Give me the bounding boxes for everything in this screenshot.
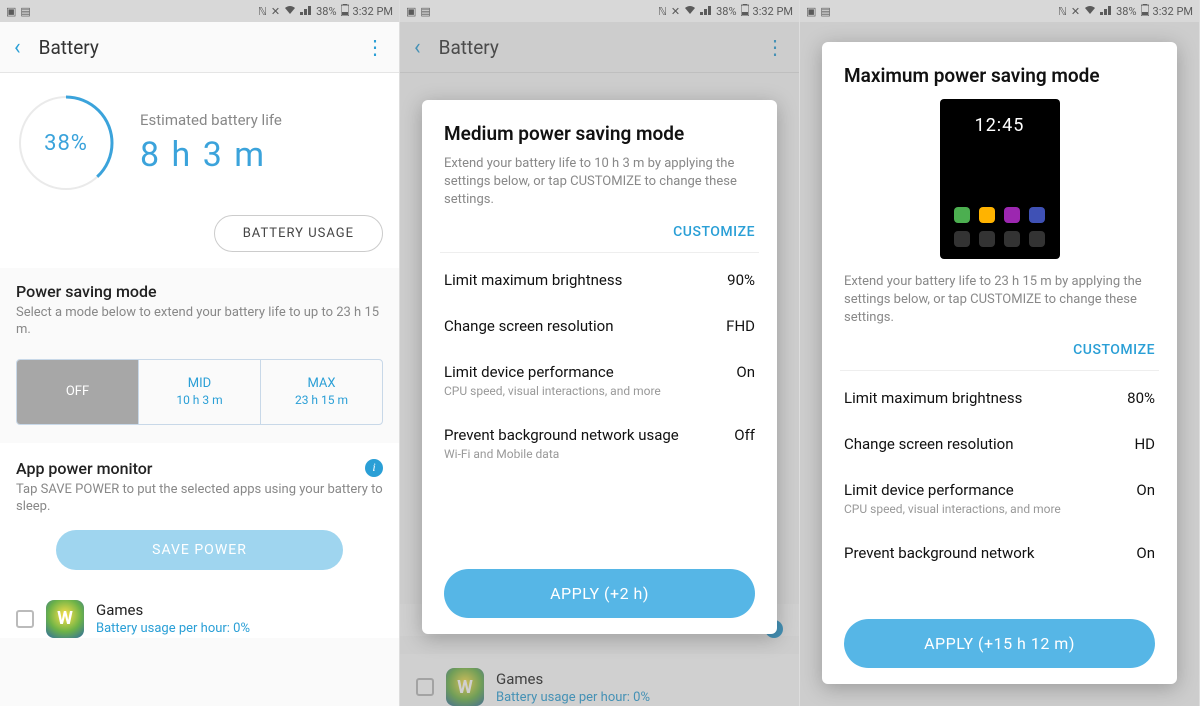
apm-title: App power monitor <box>16 459 383 478</box>
mode-selector: OFF MID 10 h 3 m MAX 23 h 15 m <box>16 359 383 425</box>
menu-button: ⋮ <box>765 35 785 59</box>
status-time: 3:32 PM <box>753 5 793 18</box>
battery-icon <box>1141 4 1149 19</box>
phone-preview: 12:45 <box>940 99 1060 259</box>
app-row[interactable]: W Games Battery usage per hour: 0% <box>0 586 399 638</box>
setting-brightness[interactable]: Limit maximum brightness 90% <box>444 257 755 303</box>
phone-screen-battery: ▣ ▤ ℕ ✕ 38% 3:32 PM ‹ Battery ⋮ <box>0 0 400 706</box>
status-time: 3:32 PM <box>353 5 393 18</box>
screenshot-icon: ▤ <box>20 5 30 18</box>
wifi-icon <box>284 5 296 18</box>
battery-usage-button[interactable]: BATTERY USAGE <box>214 215 383 252</box>
preview-app-icon <box>979 207 995 223</box>
mute-icon: ✕ <box>271 5 280 18</box>
status-battery-pct: 38% <box>1116 5 1136 18</box>
battery-icon <box>741 4 749 19</box>
mode-max[interactable]: MAX 23 h 15 m <box>260 360 382 424</box>
battery-estimate: Estimated battery life 8 h 3 m <box>140 111 282 175</box>
wifi-icon <box>1084 5 1096 18</box>
estimate-label: Estimated battery life <box>140 111 282 129</box>
preview-app-icon <box>979 231 995 247</box>
status-battery-pct: 38% <box>716 5 736 18</box>
setting-performance[interactable]: Limit device performance CPU speed, visu… <box>844 467 1155 530</box>
dialog-medium-power: Medium power saving mode Extend your bat… <box>422 100 777 634</box>
signal-icon <box>300 5 312 18</box>
preview-time: 12:45 <box>950 115 1050 136</box>
mute-icon: ✕ <box>671 5 680 18</box>
customize-button[interactable]: CUSTOMIZE <box>844 342 1155 358</box>
screenshot-icon: ▤ <box>820 5 830 18</box>
setting-resolution[interactable]: Change screen resolution FHD <box>444 303 755 349</box>
page-title: Battery <box>39 36 365 59</box>
preview-app-icon <box>1004 207 1020 223</box>
screenshot-icon: ▤ <box>420 5 430 18</box>
nfc-icon: ℕ <box>1058 5 1067 18</box>
app-icon: W <box>46 600 84 638</box>
power-saving-section: Power saving mode Select a mode below to… <box>0 268 399 347</box>
app-row-bg: W Games Battery usage per hour: 0% <box>400 654 799 706</box>
power-saving-title: Power saving mode <box>16 282 383 301</box>
wifi-icon <box>684 5 696 18</box>
dialog-desc: Extend your battery life to 23 h 15 m by… <box>844 273 1155 328</box>
setting-network[interactable]: Prevent background network On <box>844 530 1155 576</box>
setting-performance[interactable]: Limit device performance CPU speed, visu… <box>444 349 755 412</box>
photo-icon: ▣ <box>806 5 816 18</box>
app-usage: Battery usage per hour: 0% <box>96 621 250 636</box>
status-battery-pct: 38% <box>316 5 336 18</box>
status-bar: ▣ ▤ ℕ ✕ 38% 3:32 PM <box>0 0 399 22</box>
status-time: 3:32 PM <box>1153 5 1193 18</box>
preview-app-icon <box>1004 231 1020 247</box>
preview-app-icon <box>1029 207 1045 223</box>
info-icon[interactable]: i <box>365 459 383 477</box>
app-checkbox[interactable] <box>16 610 34 628</box>
setting-resolution[interactable]: Change screen resolution HD <box>844 421 1155 467</box>
status-bar: ▣ ▤ ℕ ✕ 38% 3:32 PM <box>400 0 799 22</box>
apply-button[interactable]: APPLY (+15 h 12 m) <box>844 619 1155 668</box>
mode-off[interactable]: OFF <box>17 360 138 424</box>
setting-network[interactable]: Prevent background network usage Wi-Fi a… <box>444 412 755 475</box>
battery-circle: 38% <box>16 93 116 193</box>
dialog-desc: Extend your battery life to 10 h 3 m by … <box>444 155 755 210</box>
phone-screen-max-dialog: ▣ ▤ ℕ ✕ 38% 3:32 PM Maximum power saving… <box>800 0 1200 706</box>
preview-app-icon <box>954 207 970 223</box>
nfc-icon: ℕ <box>258 5 267 18</box>
battery-icon <box>341 4 349 19</box>
setting-brightness[interactable]: Limit maximum brightness 80% <box>844 375 1155 421</box>
menu-button[interactable]: ⋮ <box>365 35 385 59</box>
battery-card: 38% Estimated battery life 8 h 3 m BATTE… <box>0 73 399 268</box>
app-bar: ‹ Battery ⋮ <box>0 22 399 72</box>
status-bar: ▣ ▤ ℕ ✕ 38% 3:32 PM <box>800 0 1199 22</box>
dialog-title: Maximum power saving mode <box>844 64 1155 87</box>
back-button[interactable]: ‹ <box>14 35 21 60</box>
page-title: Battery <box>439 36 765 59</box>
signal-icon <box>1100 5 1112 18</box>
dialog-title: Medium power saving mode <box>444 122 755 145</box>
save-power-button[interactable]: SAVE POWER <box>56 530 342 570</box>
signal-icon <box>700 5 712 18</box>
nfc-icon: ℕ <box>658 5 667 18</box>
apm-desc: Tap SAVE POWER to put the selected apps … <box>16 482 383 516</box>
phone-screen-medium-dialog: ▣ ▤ ℕ ✕ 38% 3:32 PM ‹ Battery ⋮ i W Game… <box>400 0 800 706</box>
dialog-max-power: Maximum power saving mode 12:45 Extend y… <box>822 42 1177 684</box>
app-name: Games <box>96 601 250 619</box>
customize-button[interactable]: CUSTOMIZE <box>444 224 755 240</box>
photo-icon: ▣ <box>6 5 16 18</box>
back-button: ‹ <box>414 35 421 60</box>
mute-icon: ✕ <box>1071 5 1080 18</box>
photo-icon: ▣ <box>406 5 416 18</box>
app-power-monitor: i App power monitor Tap SAVE POWER to pu… <box>0 443 399 586</box>
estimate-value: 8 h 3 m <box>140 135 282 175</box>
power-saving-desc: Select a mode below to extend your batte… <box>16 305 383 339</box>
mode-mid[interactable]: MID 10 h 3 m <box>138 360 260 424</box>
preview-app-icon <box>1029 231 1045 247</box>
app-bar: ‹ Battery ⋮ <box>400 22 799 72</box>
apply-button[interactable]: APPLY (+2 h) <box>444 569 755 618</box>
preview-app-icon <box>954 231 970 247</box>
